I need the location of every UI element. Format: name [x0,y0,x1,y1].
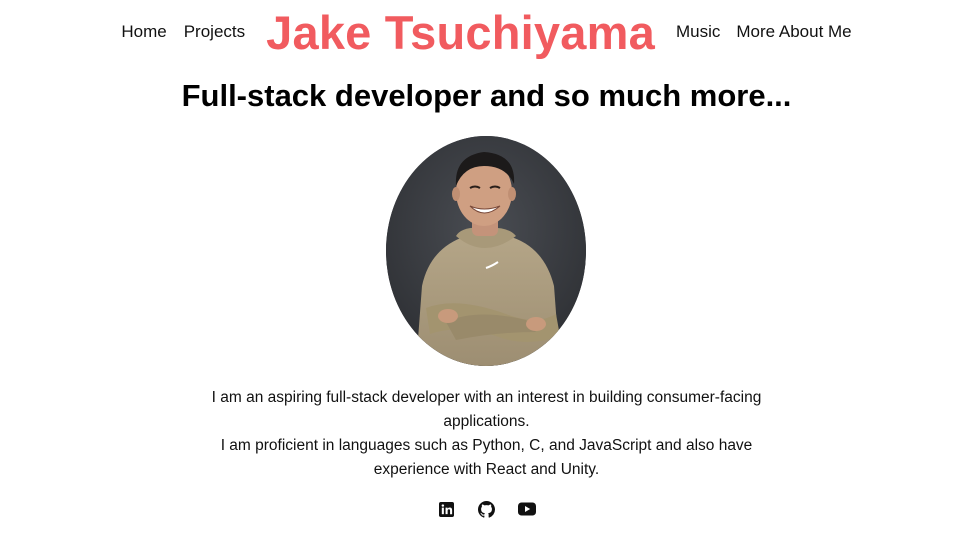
github-icon[interactable] [478,500,496,518]
bio-paragraph-2: I am proficient in languages such as Pyt… [220,437,753,478]
nav-link-more-about-me[interactable]: More About Me [736,22,851,42]
youtube-icon[interactable] [517,500,536,518]
nav-link-home[interactable]: Home [121,22,166,42]
nav-link-projects[interactable]: Projects [184,22,245,42]
bio-paragraph-1: I am an aspiring full-stack developer wi… [211,389,762,430]
page-headline: Full-stack developer and so much more... [181,78,792,113]
nav-link-music[interactable]: Music [676,22,720,42]
top-nav: Home Projects Jake Tsuchiyama Music More… [0,0,973,64]
site-brand-name[interactable]: Jake Tsuchiyama [266,9,655,56]
profile-photo [386,136,586,366]
linkedin-icon[interactable] [438,500,456,518]
social-links [0,500,973,518]
bio-text: I am an aspiring full-stack developer wi… [195,386,778,482]
